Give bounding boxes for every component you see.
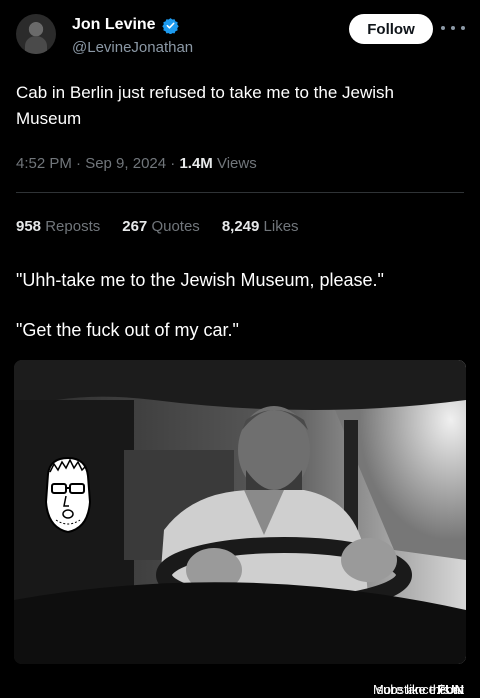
views-count: 1.4M [179, 155, 213, 172]
author-name-row: Jon Levine [72, 16, 179, 34]
divider [16, 192, 464, 193]
quotes-stat[interactable]: 267 Quotes [122, 218, 200, 235]
reposts-label: Reposts [45, 218, 101, 235]
tweet-meta: 4:52 PM · Sep 9, 2024 · 1.4M Views [16, 155, 257, 172]
follow-button[interactable]: Follow [349, 14, 433, 44]
engagement-stats: 958 Reposts 267 Quotes 8,249 Likes [16, 218, 299, 235]
reposts-count: 958 [16, 218, 42, 235]
tweet-text: Cab in Berlin just refused to take me to… [16, 83, 394, 128]
reposts-stat[interactable]: 958 Reposts [16, 218, 100, 235]
meme-caption-1: "Uhh-take me to the Jewish Museum, pleas… [16, 270, 384, 290]
meme-caption-2: "Get the fuck out of my car." [16, 320, 239, 340]
author-handle[interactable]: @LevineJonathan [72, 39, 193, 56]
likes-label: Likes [263, 218, 299, 235]
views-label: Views [212, 155, 257, 172]
avatar[interactable] [16, 14, 56, 54]
likes-count: 8,249 [221, 218, 260, 235]
author-name[interactable]: Jon Levine [72, 16, 156, 34]
more-options-icon[interactable] [441, 18, 465, 38]
quotes-count: 267 [122, 218, 148, 235]
likes-stat[interactable]: 8,249 Likes [222, 218, 299, 235]
quotes-label: Quotes [151, 218, 200, 235]
tweet-card: Jon Levine @LevineJonathan Follow Cab in… [0, 0, 480, 253]
wojak-face-icon [44, 456, 92, 534]
watermark-footer: More like this at FUN substance.com [0, 674, 480, 698]
footer-brand-rest: substance.com [376, 682, 464, 697]
verified-badge-icon [161, 17, 179, 34]
tweet-timestamp[interactable]: 4:52 PM · Sep 9, 2024 · [16, 155, 179, 172]
